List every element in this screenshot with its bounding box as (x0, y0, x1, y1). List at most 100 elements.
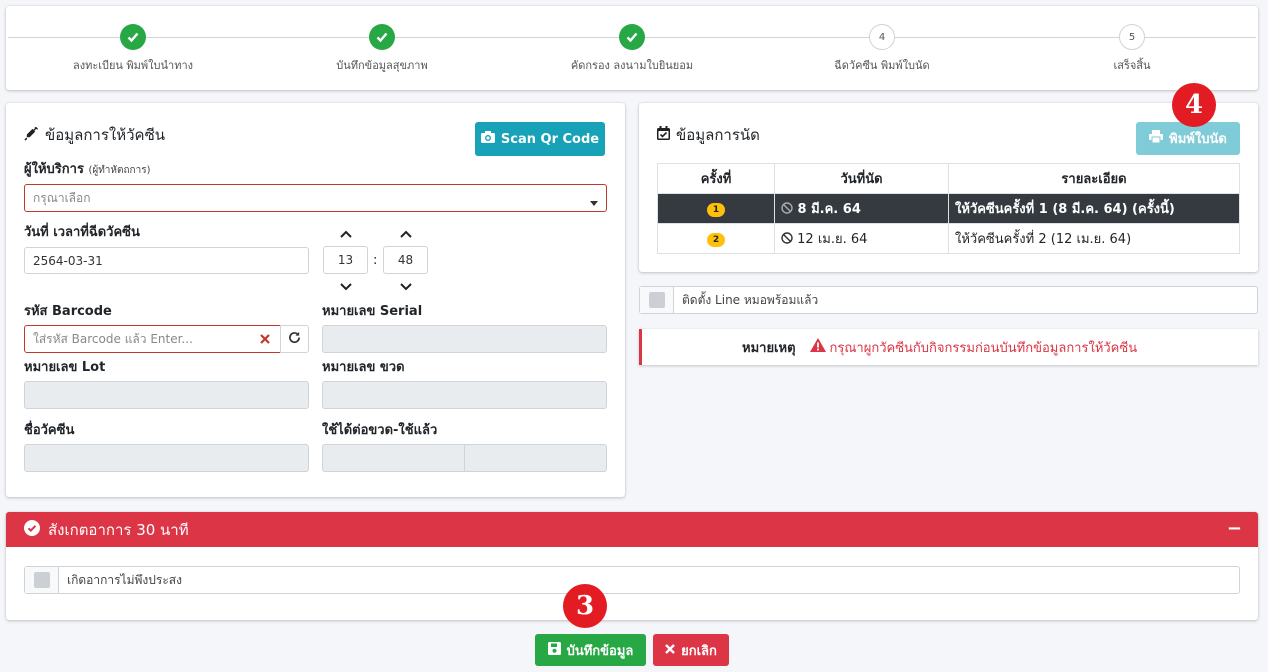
barcode-placeholder: ใส่รหัส Barcode แล้ว Enter... (33, 331, 193, 346)
observation-card: สังเกตอาการ 30 นาที − เกิดอาการไม่พึงประ… (6, 512, 1258, 620)
annotation-marker-4: 4 (1172, 83, 1216, 127)
column-header: วันที่นัด (774, 163, 949, 194)
clear-icon[interactable] (260, 333, 270, 347)
provider-select[interactable]: กรุณาเลือก (24, 184, 607, 212)
provider-label-text: ผู้ให้บริการ (24, 162, 84, 177)
barcode-label: รหัส Barcode (24, 304, 112, 319)
table-header-row: ครั้งที่ วันที่นัด รายละเอียด (657, 163, 1240, 194)
hour-down-icon[interactable] (340, 280, 352, 294)
appointment-title: ข้อมูลการนัด (657, 123, 760, 147)
save-button[interactable]: บันทึกข้อมูล (535, 634, 646, 666)
close-icon (665, 643, 675, 658)
cancel-label: ยกเลิก (681, 643, 717, 659)
bottle-label: หมายเลข ขวด (322, 360, 405, 375)
vaccine-name-input (24, 444, 309, 472)
vaccine-name-label: ชื่อวัคซีน (24, 423, 75, 438)
appointment-no-cell: 1 (657, 193, 775, 224)
remark-label: หมายเหตุ (742, 340, 796, 356)
remark-message: กรุณาผูกวัคซีนกับกิจกรรมก่อนบันทึกข้อมูล… (829, 340, 1138, 356)
appointment-date-cell: 12 เม.ย. 64 (774, 223, 949, 254)
observation-header: สังเกตอาการ 30 นาที − (6, 512, 1258, 547)
hour-input[interactable]: 13 (323, 246, 368, 274)
step-2: บันทึกข้อมูลสุขภาพ (287, 24, 477, 74)
check-icon (619, 24, 645, 50)
step-1-label: ลงทะเบียน พิมพ์ใบนำทาง (72, 59, 194, 72)
progress-stepper: ลงทะเบียน พิมพ์ใบนำทาง บันทึกข้อมูลสุขภา… (6, 6, 1258, 90)
appointment-no-badge: 2 (707, 232, 725, 247)
lot-label: หมายเลข Lot (24, 360, 106, 375)
step-3-label: คัดกรอง ลงนามใบยินยอม (570, 59, 694, 72)
date-input[interactable]: 2564-03-31 (24, 247, 309, 274)
camera-icon (480, 131, 495, 147)
remark-callout: หมายเหตุ กรุณาผูกวัคซีนกับกิจกรรมก่อนบัน… (639, 329, 1258, 365)
bottle-input (322, 381, 607, 409)
line-installed-checkbox-row[interactable]: ติดตั้ง Line หมอพร้อมแล้ว (639, 286, 1258, 314)
provider-placeholder: กรุณาเลือก (33, 190, 91, 205)
line-installed-label: ติดตั้ง Line หมอพร้อมแล้ว (682, 292, 819, 307)
step-5: 5 เสร็จสิ้น (1037, 24, 1227, 74)
vaccine-info-title: ข้อมูลการให้วัคซีน (24, 123, 165, 147)
column-header: รายละเอียด (948, 163, 1240, 194)
print-appointment-button[interactable]: พิมพ์ใบนัด (1136, 122, 1240, 155)
appointment-detail: ให้วัคซีนครั้งที่ 1 (8 มี.ค. 64) (ครั้งน… (948, 193, 1240, 224)
refresh-button[interactable] (280, 325, 309, 353)
appointment-date-cell: 8 มี.ค. 64 (774, 193, 949, 224)
minute-up-icon[interactable] (400, 227, 412, 241)
print-appointment-label: พิมพ์ใบนัด (1169, 132, 1227, 147)
scan-qr-label: Scan Qr Code (500, 131, 600, 147)
appointment-card: ข้อมูลการนัด พิมพ์ใบนัด ครั้งที่ วันที่น… (639, 103, 1258, 272)
appointment-no-badge: 1 (707, 202, 725, 217)
step-5-label: เสร็จสิ้น (1113, 59, 1151, 72)
print-icon (1149, 130, 1164, 147)
check-icon (369, 24, 395, 50)
barcode-input[interactable]: ใส่รหัส Barcode แล้ว Enter... (24, 325, 281, 353)
minute-down-icon[interactable] (400, 280, 412, 294)
appointment-date: 8 มี.ค. 64 (797, 202, 861, 217)
step-4-number: 4 (869, 24, 895, 50)
appointment-date: 12 เม.ย. 64 (797, 232, 868, 247)
save-label: บันทึกข้อมูล (566, 643, 634, 659)
vaccine-info-card: ข้อมูลการให้วัคซีน Scan Qr Code ผู้ให้บร… (6, 103, 625, 497)
appointment-no-cell: 2 (657, 223, 775, 254)
appointment-detail: ให้วัคซีนครั้งที่ 2 (12 เม.ย. 64) (948, 223, 1240, 254)
side-effect-checkbox-row[interactable]: เกิดอาการไม่พึงประสง (24, 566, 1240, 594)
annotation-marker-3: 3 (563, 584, 607, 628)
provider-hint: (ผู้ทำหัตถการ) (88, 165, 151, 176)
warning-icon (809, 338, 826, 356)
time-separator: : (373, 253, 378, 268)
step-4-label: ฉีดวัคซีน พิมพ์ใบนัด (834, 59, 930, 72)
hour-up-icon[interactable] (340, 227, 352, 241)
usage-available-input (322, 444, 465, 472)
minute-input[interactable]: 48 (383, 246, 428, 274)
datetime-label: วันที่ เวลาที่ฉีดวัคซีน (24, 225, 140, 240)
step-1: ลงทะเบียน พิมพ์ใบนำทาง (38, 24, 228, 74)
serial-label: หมายเลข Serial (322, 304, 423, 319)
scan-qr-button[interactable]: Scan Qr Code (475, 122, 605, 156)
step-2-label: บันทึกข้อมูลสุขภาพ (336, 59, 428, 72)
appointment-table: ครั้งที่ วันที่นัด รายละเอียด 1 8 มี.ค. … (657, 163, 1240, 254)
table-row[interactable]: 1 8 มี.ค. 64 ให้วัคซีนครั้งที่ 1 (8 มี.ค… (657, 193, 1240, 224)
column-header: ครั้งที่ (657, 163, 775, 194)
serial-input (322, 325, 607, 353)
refresh-icon (288, 331, 301, 347)
save-icon (547, 641, 561, 659)
side-effect-checkbox-cell[interactable] (25, 567, 59, 593)
observation-title: สังเกตอาการ 30 นาที (48, 520, 189, 539)
side-effect-checkbox[interactable] (33, 572, 50, 588)
lot-input (24, 381, 309, 409)
line-installed-checkbox[interactable] (648, 292, 665, 308)
cancel-button[interactable]: ยกเลิก (653, 634, 729, 666)
line-installed-checkbox-cell[interactable] (640, 287, 674, 313)
collapse-button[interactable]: − (1227, 518, 1242, 539)
step-4: 4 ฉีดวัคซีน พิมพ์ใบนัด (787, 24, 977, 74)
appointment-title-text: ข้อมูลการนัด (676, 126, 760, 144)
usage-label: ใช้ได้ต่อขวด-ใช้แล้ว (322, 423, 438, 438)
ban-icon (781, 202, 793, 217)
check-circle-icon (24, 519, 40, 540)
vaccine-info-title-text: ข้อมูลการให้วัคซีน (45, 126, 166, 144)
step-5-number: 5 (1119, 24, 1145, 50)
provider-label: ผู้ให้บริการ (ผู้ทำหัตถการ) (24, 158, 151, 179)
calendar-check-icon (657, 126, 670, 144)
usage-used-input (464, 444, 607, 472)
table-row[interactable]: 2 12 เม.ย. 64 ให้วัคซีนครั้งที่ 2 (12 เม… (657, 223, 1240, 254)
